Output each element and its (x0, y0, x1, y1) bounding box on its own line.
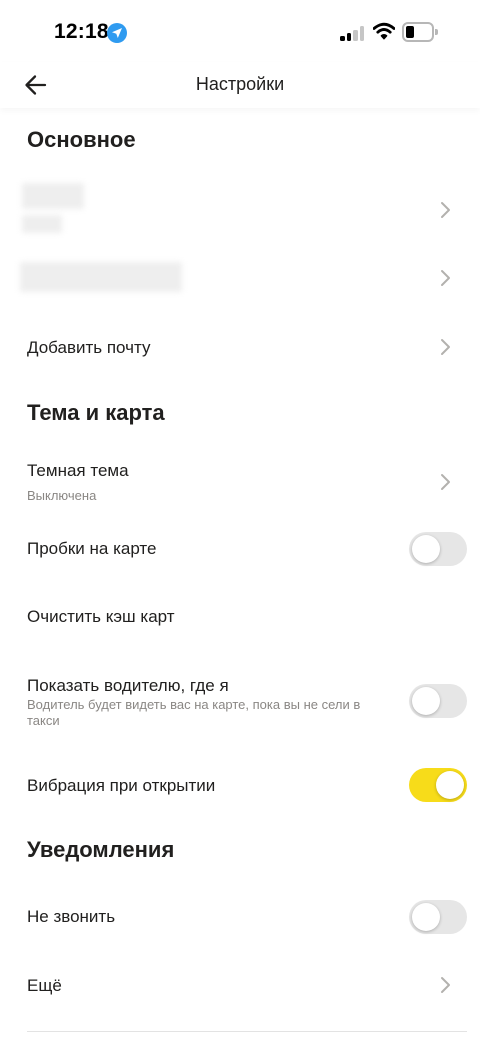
blurred-content (22, 215, 62, 233)
traffic-label: Пробки на карте (27, 539, 157, 558)
add-email-row[interactable]: Добавить почту (0, 320, 480, 376)
vibration-row: Вибрация при открытии (0, 758, 480, 812)
dark-theme-value: Выключена (27, 488, 97, 503)
traffic-toggle[interactable] (409, 532, 467, 566)
chevron-right-icon (441, 202, 450, 218)
do-not-call-row: Не звонить (0, 890, 480, 944)
divider (27, 1031, 467, 1032)
chevron-right-icon (441, 977, 450, 993)
cellular-signal-icon (340, 25, 366, 41)
dark-theme-label: Темная тема (27, 461, 129, 480)
battery-icon (402, 22, 438, 42)
blurred-content (20, 262, 182, 292)
chevron-right-icon (441, 474, 450, 490)
show-driver-toggle[interactable] (409, 684, 467, 718)
vibration-toggle[interactable] (409, 768, 467, 802)
blurred-content (22, 183, 84, 209)
clear-cache-label: Очистить кэш карт (27, 607, 175, 626)
do-not-call-label: Не звонить (27, 907, 116, 926)
more-row[interactable]: Ещё (0, 958, 480, 1014)
clear-cache-row[interactable]: Очистить кэш карт (0, 590, 480, 644)
location-arrow-icon (107, 23, 127, 43)
vibration-label: Вибрация при открытии (27, 776, 216, 795)
dark-theme-row[interactable]: Темная тема Выключена (0, 450, 480, 514)
top-bar: Настройки (0, 62, 480, 108)
add-email-label: Добавить почту (27, 338, 151, 357)
section-title-main: Основное (27, 127, 136, 152)
traffic-row: Пробки на карте (0, 522, 480, 576)
show-driver-row: Показать водителю, где я Водитель будет … (0, 666, 480, 734)
show-driver-label: Показать водителю, где я (27, 676, 229, 695)
chevron-right-icon (441, 270, 450, 286)
show-driver-description: Водитель будет видеть вас на карте, пока… (27, 697, 361, 728)
page-title: Настройки (195, 74, 285, 94)
status-time: 12:18 (54, 20, 109, 43)
profile-phone-row[interactable] (0, 250, 480, 306)
chevron-right-icon (441, 339, 450, 355)
section-title-notifications: Уведомления (27, 837, 175, 862)
section-title-theme: Тема и карта (27, 400, 165, 425)
status-bar: 12:18 (0, 0, 480, 62)
profile-name-row[interactable] (0, 175, 480, 243)
do-not-call-toggle[interactable] (409, 900, 467, 934)
wifi-icon (372, 22, 396, 45)
more-label: Ещё (27, 976, 62, 995)
